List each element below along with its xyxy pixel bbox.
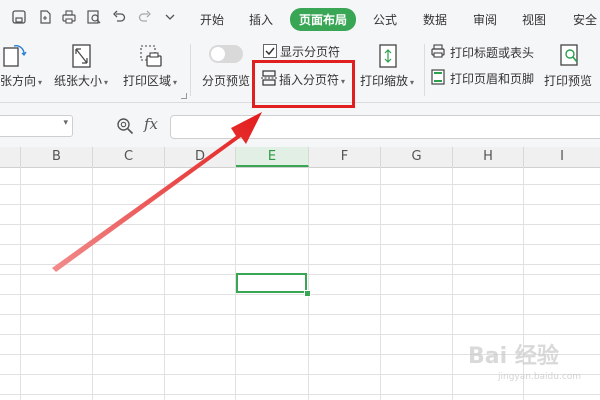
watermark-url: jingyan.baidu.com [498,372,582,382]
watermark-logo: Bai 经验 [468,344,559,369]
